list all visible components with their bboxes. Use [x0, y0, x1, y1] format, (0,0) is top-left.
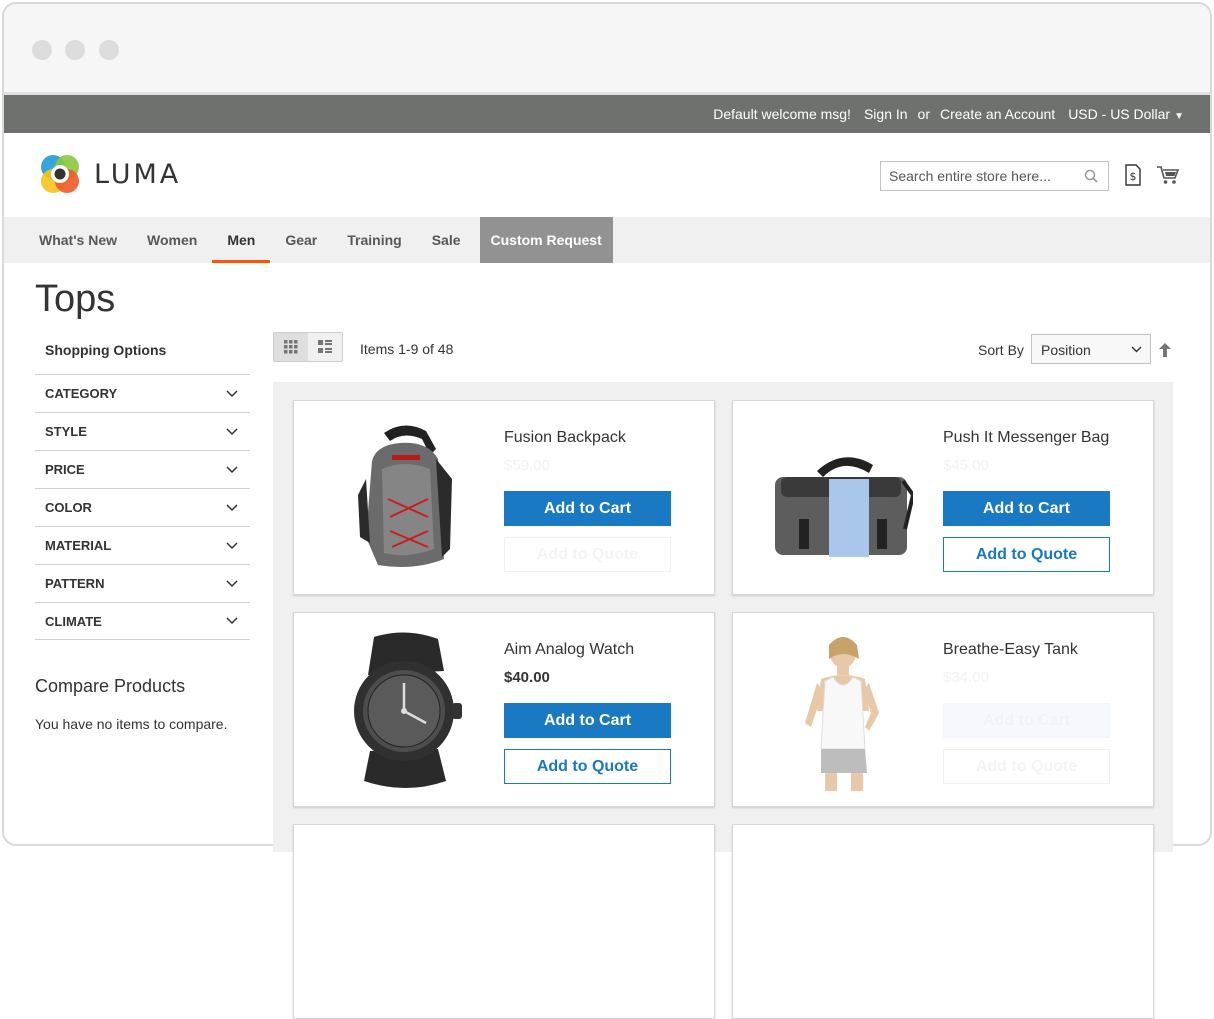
filter-list: CATEGORY STYLE PRICE COLOR MATERIAL PATT…: [35, 374, 250, 640]
luma-logo-icon: [41, 155, 79, 193]
nav-item-training[interactable]: Training: [332, 217, 416, 263]
window-minimize-dot[interactable]: [65, 40, 85, 60]
cart-icon[interactable]: [1157, 165, 1179, 185]
compare-products-title: Compare Products: [35, 676, 186, 696]
filter-label: MATERIAL: [45, 538, 112, 553]
product-price: $40.00: [504, 669, 550, 686]
filter-pattern[interactable]: PATTERN: [35, 564, 250, 602]
compare-empty-message: You have no items to compare.: [35, 716, 228, 732]
filter-label: CATEGORY: [45, 386, 118, 401]
welcome-message: Default welcome msg!: [713, 106, 851, 122]
chevron-down-icon: [226, 389, 238, 397]
product-name[interactable]: Fusion Backpack: [504, 429, 626, 447]
sort-by-label: Sort By: [978, 342, 1024, 358]
filter-style[interactable]: STYLE: [35, 412, 250, 450]
product-image[interactable]: [773, 419, 913, 579]
list-mode-button[interactable]: [308, 333, 342, 361]
chevron-down-icon: [226, 579, 238, 587]
sidebar: Shopping Options CATEGORY STYLE PRICE CO…: [35, 342, 250, 640]
nav-item-gear[interactable]: Gear: [270, 217, 332, 263]
window-close-dot[interactable]: [32, 40, 52, 60]
main-navigation: What's New Women Men Gear Training Sale …: [4, 217, 1210, 263]
list-mode-icon: [318, 340, 332, 353]
chevron-down-icon: [226, 503, 238, 511]
chevron-down-icon: [226, 465, 238, 473]
sort-direction-arrow-icon[interactable]: [1159, 343, 1171, 357]
chevron-down-icon: ▼: [1174, 111, 1184, 122]
page-title: Tops: [35, 278, 116, 320]
shopping-options-title: Shopping Options: [45, 342, 167, 358]
filter-label: COLOR: [45, 500, 92, 515]
add-to-cart-button[interactable]: Add to Cart: [504, 703, 671, 738]
nav-item-men[interactable]: Men: [212, 217, 271, 263]
filter-material[interactable]: MATERIAL: [35, 526, 250, 564]
chevron-down-icon: [226, 541, 238, 549]
chevron-down-icon: [1131, 346, 1142, 353]
grid-mode-button[interactable]: [274, 333, 308, 361]
product-name[interactable]: Aim Analog Watch: [504, 641, 634, 659]
currency-label: USD - US Dollar: [1068, 106, 1171, 122]
product-image[interactable]: [773, 631, 913, 791]
view-mode-switcher: [273, 332, 343, 362]
add-to-quote-button[interactable]: Add to Quote: [504, 749, 671, 784]
search-input[interactable]: Search entire store here...: [880, 161, 1109, 191]
add-to-cart-button[interactable]: Add to Cart: [943, 703, 1110, 738]
product-card[interactable]: [293, 824, 715, 1019]
product-image[interactable]: [334, 419, 474, 579]
window-chrome: [4, 4, 1210, 92]
product-card[interactable]: Aim Analog Watch $40.00 Add to Cart Add …: [293, 612, 715, 807]
nav-item-sale[interactable]: Sale: [417, 217, 476, 263]
filter-label: STYLE: [45, 424, 87, 439]
product-price: $59.00: [504, 457, 550, 474]
logo-text: LUMA: [94, 158, 182, 190]
product-name[interactable]: Push It Messenger Bag: [943, 429, 1109, 447]
products-toolbar: Items 1-9 of 48 Sort By Position: [273, 332, 1173, 364]
product-grid: Fusion Backpack $59.00 Add to Cart Add t…: [273, 382, 1173, 1019]
product-name[interactable]: Breathe-Easy Tank: [943, 641, 1078, 659]
add-to-quote-button[interactable]: Add to Quote: [504, 537, 671, 572]
logo[interactable]: LUMA: [39, 153, 181, 195]
add-to-quote-button[interactable]: Add to Quote: [943, 749, 1110, 784]
create-account-link[interactable]: Create an Account: [940, 106, 1055, 122]
header: LUMA Search entire store here... $: [4, 133, 1210, 217]
search-icon[interactable]: [1084, 169, 1098, 183]
filter-price[interactable]: PRICE: [35, 450, 250, 488]
grid-mode-icon: [284, 340, 298, 354]
currency-switcher[interactable]: USD - US Dollar ▼: [1068, 106, 1184, 122]
quote-icon[interactable]: $: [1125, 164, 1141, 186]
filter-label: CLIMATE: [45, 613, 102, 629]
or-text: or: [917, 106, 930, 122]
add-to-quote-button[interactable]: Add to Quote: [943, 537, 1110, 572]
filter-color[interactable]: COLOR: [35, 488, 250, 526]
add-to-cart-button[interactable]: Add to Cart: [943, 491, 1110, 526]
toolbar-amount: Items 1-9 of 48: [360, 341, 454, 357]
sign-in-link[interactable]: Sign In: [864, 106, 908, 122]
nav-item-custom-request[interactable]: Custom Request: [479, 217, 613, 263]
nav-item-women[interactable]: Women: [132, 217, 212, 263]
window-maximize-dot[interactable]: [99, 40, 119, 60]
filter-label: PRICE: [45, 462, 85, 477]
sort-by-select[interactable]: Position: [1031, 334, 1151, 364]
chevron-down-icon: [226, 427, 238, 435]
top-bar: Default welcome msg! Sign In or Create a…: [4, 92, 1210, 133]
filter-category[interactable]: CATEGORY: [35, 374, 250, 412]
product-card[interactable]: [732, 824, 1154, 1019]
nav-item-whats-new[interactable]: What's New: [24, 217, 132, 263]
product-card[interactable]: Fusion Backpack $59.00 Add to Cart Add t…: [293, 400, 715, 595]
sort-by-value: Position: [1041, 342, 1091, 358]
filter-climate[interactable]: CLIMATE: [35, 602, 250, 640]
product-card[interactable]: Push It Messenger Bag $45.00 Add to Cart…: [732, 400, 1154, 595]
product-card[interactable]: Breathe-Easy Tank $34.00 Add to Cart Add…: [732, 612, 1154, 807]
filter-label: PATTERN: [45, 576, 105, 591]
search-placeholder: Search entire store here...: [889, 168, 1051, 184]
product-image[interactable]: [334, 631, 474, 791]
add-to-cart-button[interactable]: Add to Cart: [504, 491, 671, 526]
product-price: $45.00: [943, 457, 989, 474]
chevron-down-icon: [226, 617, 238, 625]
product-price: $34.00: [943, 669, 989, 686]
svg-text:$: $: [1130, 170, 1137, 183]
